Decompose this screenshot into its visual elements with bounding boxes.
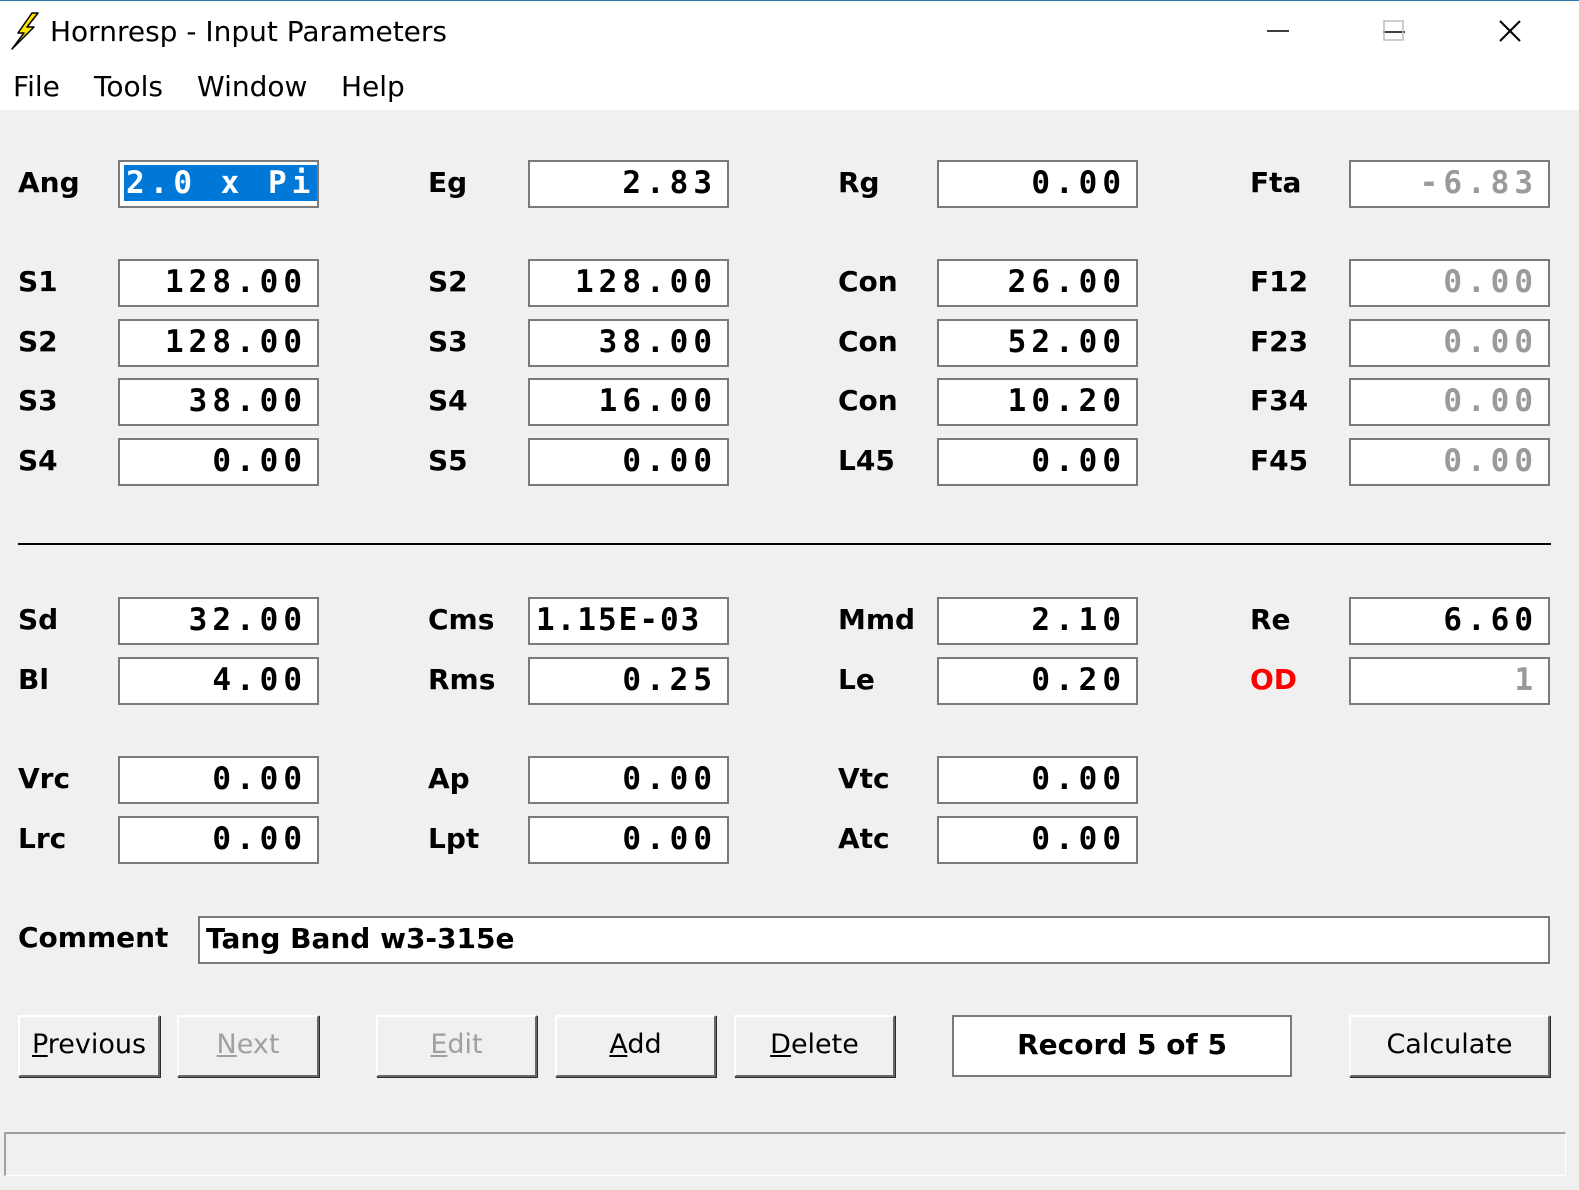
- field-atc[interactable]: 0.00: [937, 816, 1138, 864]
- field-ap[interactable]: 0.00: [528, 756, 729, 804]
- label-bl: Bl: [18, 663, 49, 696]
- field-f23: 0.00: [1349, 319, 1550, 367]
- label-fta: Fta: [1250, 166, 1302, 199]
- field-vtc[interactable]: 0.00: [937, 756, 1138, 804]
- label-rg: Rg: [838, 166, 880, 199]
- close-button[interactable]: [1452, 0, 1568, 62]
- previous-button[interactable]: Previous: [18, 1015, 160, 1077]
- label-s3: S3: [428, 325, 468, 358]
- field-fta: -6.83: [1349, 160, 1550, 208]
- calculate-button-label: Calculate: [1386, 1029, 1513, 1060]
- add-button-label: Add: [609, 1029, 662, 1060]
- calculate-button[interactable]: Calculate: [1349, 1015, 1550, 1077]
- field-s2[interactable]: 128.00: [528, 259, 729, 307]
- field-rms[interactable]: 0.25: [528, 657, 729, 705]
- field-lrc[interactable]: 0.00: [118, 816, 319, 864]
- field-f45: 0.00: [1349, 438, 1550, 486]
- maximize-button[interactable]: [1336, 0, 1452, 62]
- field-lpt[interactable]: 0.00: [528, 816, 729, 864]
- label-f12: F12: [1250, 265, 1309, 298]
- maximize-icon: [1383, 20, 1404, 41]
- field-s1[interactable]: 128.00: [118, 259, 319, 307]
- label-f45: F45: [1250, 444, 1309, 477]
- label-atc: Atc: [838, 822, 890, 855]
- field-s3[interactable]: 38.00: [528, 319, 729, 367]
- label-con: Con: [838, 384, 898, 417]
- field-sd[interactable]: 32.00: [118, 597, 319, 645]
- label-vtc: Vtc: [838, 762, 890, 795]
- label-s4: S4: [428, 384, 468, 417]
- field-mmd[interactable]: 2.10: [937, 597, 1138, 645]
- label-s1: S1: [18, 265, 58, 298]
- field-f34: 0.00: [1349, 378, 1550, 426]
- label-mmd: Mmd: [838, 603, 916, 636]
- field-ang[interactable]: 2.0 x Pi: [118, 160, 319, 208]
- field-ang-selection: 2.0 x Pi: [124, 165, 317, 201]
- label-rms: Rms: [428, 663, 496, 696]
- field-con[interactable]: 26.00: [937, 259, 1138, 307]
- field-vrc[interactable]: 0.00: [118, 756, 319, 804]
- field-re[interactable]: 6.60: [1349, 597, 1550, 645]
- comment-input[interactable]: Tang Band w3-315e: [198, 916, 1550, 964]
- menu-tools[interactable]: Tools: [94, 70, 163, 103]
- previous-button-label: Previous: [31, 1029, 147, 1060]
- label-l45: L45: [838, 444, 895, 477]
- status-bar: [4, 1132, 1566, 1176]
- edit-button-label: Edit: [430, 1029, 483, 1060]
- delete-button[interactable]: Delete: [734, 1015, 895, 1077]
- minimize-button-real[interactable]: [1220, 0, 1336, 62]
- label-sd: Sd: [18, 603, 59, 636]
- field-con[interactable]: 52.00: [937, 319, 1138, 367]
- label-od: OD: [1250, 663, 1298, 696]
- label-f23: F23: [1250, 325, 1309, 358]
- label-le: Le: [838, 663, 875, 696]
- lightning-bolt-icon: [11, 12, 39, 50]
- record-status: Record 5 of 5: [952, 1015, 1292, 1077]
- field-s3[interactable]: 38.00: [118, 378, 319, 426]
- delete-button-label: Delete: [770, 1029, 859, 1060]
- label-vrc: Vrc: [18, 762, 71, 795]
- field-s4[interactable]: 0.00: [118, 438, 319, 486]
- field-od: 1: [1349, 657, 1550, 705]
- field-cms[interactable]: 1.15E-03: [528, 597, 729, 645]
- field-f12: 0.00: [1349, 259, 1550, 307]
- window-title: Hornresp - Input Parameters: [50, 15, 448, 48]
- section-divider: [18, 543, 1551, 545]
- label-ang: Ang: [18, 166, 80, 199]
- label-s5: S5: [428, 444, 468, 477]
- label-con: Con: [838, 325, 898, 358]
- field-s4[interactable]: 16.00: [528, 378, 729, 426]
- label-lrc: Lrc: [18, 822, 67, 855]
- field-l45[interactable]: 0.00: [937, 438, 1138, 486]
- field-eg[interactable]: 2.83: [528, 160, 729, 208]
- edit-button[interactable]: Edit: [376, 1015, 537, 1077]
- label-s2: S2: [428, 265, 468, 298]
- menu-file[interactable]: File: [13, 70, 60, 103]
- next-button[interactable]: Next: [177, 1015, 319, 1077]
- label-cms: Cms: [428, 603, 495, 636]
- field-bl[interactable]: 4.00: [118, 657, 319, 705]
- field-le[interactable]: 0.20: [937, 657, 1138, 705]
- add-button[interactable]: Add: [555, 1015, 716, 1077]
- field-con[interactable]: 10.20: [937, 378, 1138, 426]
- label-con: Con: [838, 265, 898, 298]
- menu-help[interactable]: Help: [341, 70, 405, 103]
- label-lpt: Lpt: [428, 822, 480, 855]
- next-button-label: Next: [216, 1029, 280, 1060]
- comment-label: Comment: [18, 921, 169, 954]
- menu-window[interactable]: Window: [197, 70, 307, 103]
- label-s3: S3: [18, 384, 58, 417]
- label-eg: Eg: [428, 166, 468, 199]
- label-ap: Ap: [428, 762, 470, 795]
- field-rg[interactable]: 0.00: [937, 160, 1138, 208]
- field-s2[interactable]: 128.00: [118, 319, 319, 367]
- label-re: Re: [1250, 603, 1291, 636]
- minimize-icon: [1267, 30, 1289, 32]
- label-f34: F34: [1250, 384, 1309, 417]
- label-s4: S4: [18, 444, 58, 477]
- label-s2: S2: [18, 325, 58, 358]
- close-icon: [1499, 20, 1521, 42]
- field-s5[interactable]: 0.00: [528, 438, 729, 486]
- menu-bar: File Tools Window Help: [0, 64, 1579, 110]
